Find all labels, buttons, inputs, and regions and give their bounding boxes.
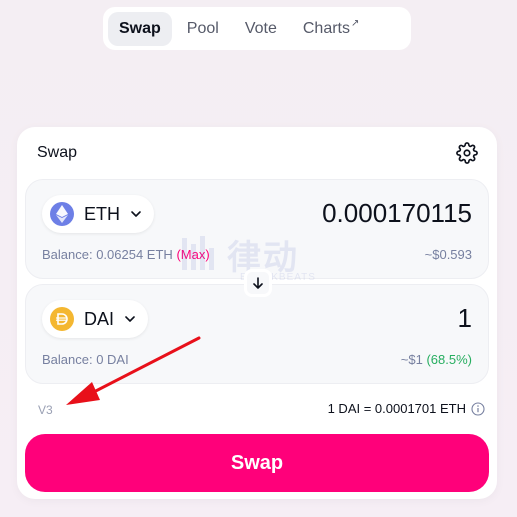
nav-tab-swap-label: Swap [119,19,161,37]
dai-logo-icon [50,307,74,331]
gear-icon[interactable] [456,142,478,164]
card-title: Swap [37,144,78,161]
exchange-rate-text: 1 DAI = 0.0001701 ETH [327,401,466,416]
switch-tokens-button[interactable] [244,269,272,297]
external-link-icon: ↗ [350,18,360,29]
version-badge: V3 [38,403,53,417]
to-usd-text: ~$1 [400,352,423,367]
from-balance: Balance: 0.06254 ETH (Max) [42,247,210,262]
arrow-down-icon [253,277,263,289]
swap-button[interactable]: Swap [25,434,489,492]
exchange-rate[interactable]: 1 DAI = 0.0001701 ETH [328,401,485,416]
to-balance: Balance: 0 DAI [42,352,129,367]
to-token-select[interactable]: DAI [42,300,149,338]
nav-tab-pool[interactable]: Pool [176,12,230,46]
from-token-panel: ETH 0.000170115 Balance: 0.06254 ETH (Ma… [25,179,489,279]
to-usd-value: ~$1 (68.5%) [401,352,472,367]
chevron-down-icon [125,316,135,322]
top-nav: Swap Pool Vote Charts ↗ [103,7,411,50]
from-balance-text: Balance: 0.06254 ETH [42,247,173,262]
from-token-select[interactable]: ETH [42,195,154,233]
nav-tab-vote[interactable]: Vote [234,12,288,46]
nav-tab-charts-label: Charts [302,19,350,37]
chevron-down-icon [131,211,141,217]
to-token-panel: DAI 1 Balance: 0 DAI ~$1 (68.5%) [25,284,489,384]
from-token-symbol: ETH [84,203,120,224]
nav-tab-vote-label: Vote [244,19,277,37]
from-amount-input[interactable]: 0.000170115 [322,198,472,229]
max-button[interactable]: (Max) [176,247,209,262]
swap-card: Swap ETH 0.000170115 Balance: 0.06254 ET… [17,127,497,499]
nav-tab-swap[interactable]: Swap [108,11,172,46]
to-token-symbol: DAI [84,308,115,329]
info-icon[interactable] [471,401,485,416]
price-impact-percent: (68.5%) [426,352,472,367]
nav-tab-charts[interactable]: Charts ↗ [292,12,371,46]
nav-tab-pool-label: Pool [186,19,219,37]
from-usd-value: ~$0.593 [424,247,472,262]
to-amount-input[interactable]: 1 [458,303,472,334]
eth-logo-icon [50,202,74,226]
